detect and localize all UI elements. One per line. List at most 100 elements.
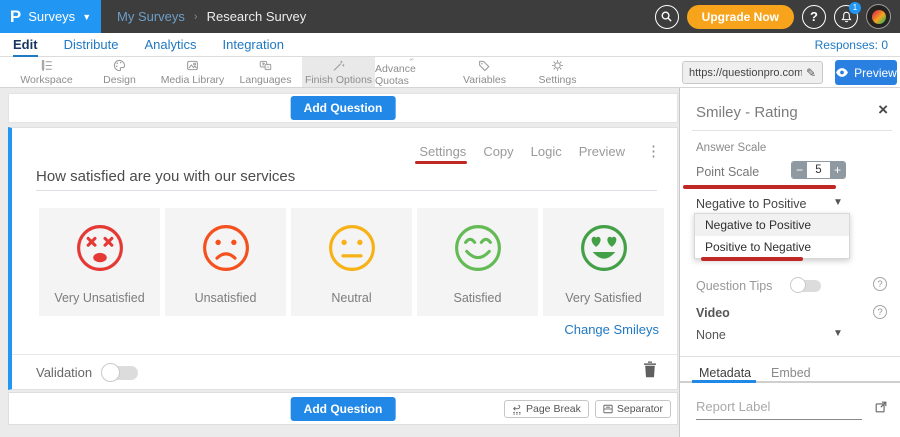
expand-icon[interactable] [874,400,888,414]
toolbar-item-advance-quotas[interactable]: Advance Quotas [375,57,448,87]
chevron-down-icon[interactable]: ▼ [833,197,843,208]
validation-toggle[interactable] [102,366,138,380]
questionpro-logo: P [10,7,21,27]
change-smileys-link[interactable]: Change Smileys [564,322,659,337]
toolbar-item-label: Design [103,74,136,86]
answer-scale-label: Answer Scale [696,142,766,154]
active-tab-indicator [692,380,756,383]
report-label-input[interactable] [696,396,862,420]
card-divider [12,354,677,355]
smiley-label: Unsatisfied [165,291,286,305]
annotation-underline [415,161,467,165]
page-break-icon [512,404,522,415]
question-tips-toggle[interactable] [791,280,821,292]
user-avatar[interactable] [866,4,891,29]
neutral-smiley-icon [325,221,379,275]
survey-nav: Edit Distribute Analytics Integration Re… [0,33,900,57]
video-select[interactable]: None [696,328,726,342]
smiley-label: Very Satisfied [543,291,664,305]
responses-count[interactable]: Responses: 0 [815,38,888,52]
add-question-button-top[interactable]: Add Question [291,96,396,120]
point-scale-value[interactable]: 5 [807,162,830,178]
increase-button[interactable]: + [830,162,845,178]
separator-button[interactable]: Separator [595,400,671,418]
direction-dropdown: Negative to Positive Positive to Negativ… [694,213,850,259]
smiley-option-unsatisfied[interactable]: Unsatisfied [165,208,286,316]
point-scale-stepper: − 5 + [791,161,846,179]
decrease-button[interactable]: − [792,162,807,178]
tab-metadata[interactable]: Metadata [699,366,751,380]
toggle-knob [101,363,120,382]
point-scale-label: Point Scale [696,165,759,179]
help-button[interactable]: ? [802,5,826,29]
eye-icon [835,67,849,78]
search-button[interactable] [655,5,679,29]
tab-embed[interactable]: Embed [771,366,811,380]
tab-preview[interactable]: Preview [579,144,625,159]
report-label-field [696,396,862,420]
avatar-image [872,10,886,24]
edit-url-pencil-icon[interactable]: ✎ [806,66,816,80]
smiley-option-neutral[interactable]: Neutral [291,208,412,316]
breadcrumb-parent[interactable]: My Surveys [117,9,185,24]
panel-title: Smiley - Rating [696,104,798,121]
gear-icon [550,58,565,73]
tab-copy[interactable]: Copy [483,144,513,159]
image-icon [185,58,200,73]
dropdown-option-positive-to-negative[interactable]: Positive to Negative [695,236,849,258]
chevron-down-icon[interactable]: ▼ [833,328,843,339]
question-card: Settings Copy Logic Preview ⋮ How satisf… [8,127,678,390]
toolbar-item-media-library[interactable]: Media Library [156,57,229,87]
add-question-button-bottom[interactable]: Add Question [291,397,396,421]
breadcrumb-separator-icon: › [194,11,198,23]
toolbar-item-finish-options[interactable]: Finish Options [302,57,375,87]
very-unsatisfied-smiley-icon [73,221,127,275]
page-break-label: Page Break [526,403,581,415]
panel-divider [692,130,892,131]
app-window: P Surveys ▼ My Surveys › Research Survey… [0,0,900,437]
tab-settings[interactable]: Settings [419,144,466,159]
kebab-menu-icon[interactable]: ⋮ [646,142,661,160]
preview-button[interactable]: Preview [835,60,897,85]
smiley-option-satisfied[interactable]: Satisfied [417,208,538,316]
trash-icon[interactable] [643,361,657,378]
search-icon [660,10,673,23]
breadcrumb: My Surveys › Research Survey [117,9,306,24]
help-icon[interactable]: ? [873,305,887,319]
toolbar-item-workspace[interactable]: Workspace [10,57,83,87]
toolbar-item-label: Advance Quotas [375,63,448,87]
page-tools: Page Break Separator [504,400,671,418]
question-tips-label: Question Tips [696,279,772,293]
surveys-product-menu[interactable]: P Surveys ▼ [0,0,101,33]
nav-tab-analytics[interactable]: Analytics [144,33,196,57]
nav-tab-integration[interactable]: Integration [223,33,284,57]
satisfied-smiley-icon [451,221,505,275]
toolbar-item-languages[interactable]: A Languages [229,57,302,87]
workspace-icon [39,58,54,73]
toolbar-item-settings[interactable]: Settings [521,57,594,87]
direction-select[interactable]: Negative to Positive [696,197,806,211]
smiley-options: Very Unsatisfied Unsatisfied Neu [39,208,664,316]
nav-tab-distribute[interactable]: Distribute [64,33,119,57]
preview-label: Preview [854,66,897,80]
toolbar-item-variables[interactable]: Variables [448,57,521,87]
chain-link-icon [404,57,419,62]
nav-tab-edit[interactable]: Edit [13,33,38,57]
upgrade-now-button[interactable]: Upgrade Now [687,5,794,29]
smiley-option-very-unsatisfied[interactable]: Very Unsatisfied [39,208,160,316]
close-icon[interactable]: × [878,100,888,120]
notifications-button[interactable]: 1 [834,5,858,29]
unsatisfied-smiley-icon [199,221,253,275]
product-menu-label: Surveys [28,9,75,24]
toolbar-item-design[interactable]: Design [83,57,156,87]
smiley-option-very-satisfied[interactable]: Very Satisfied [543,208,664,316]
question-mark-icon: ? [810,9,818,24]
survey-url-input[interactable] [689,67,802,79]
toolbar-item-label: Media Library [161,74,225,86]
tab-logic[interactable]: Logic [531,144,562,159]
dropdown-option-negative-to-positive[interactable]: Negative to Positive [695,214,849,236]
help-icon[interactable]: ? [873,277,887,291]
question-title-underline [36,190,657,191]
page-break-button[interactable]: Page Break [504,400,589,418]
question-title[interactable]: How satisfied are you with our services [36,168,295,185]
